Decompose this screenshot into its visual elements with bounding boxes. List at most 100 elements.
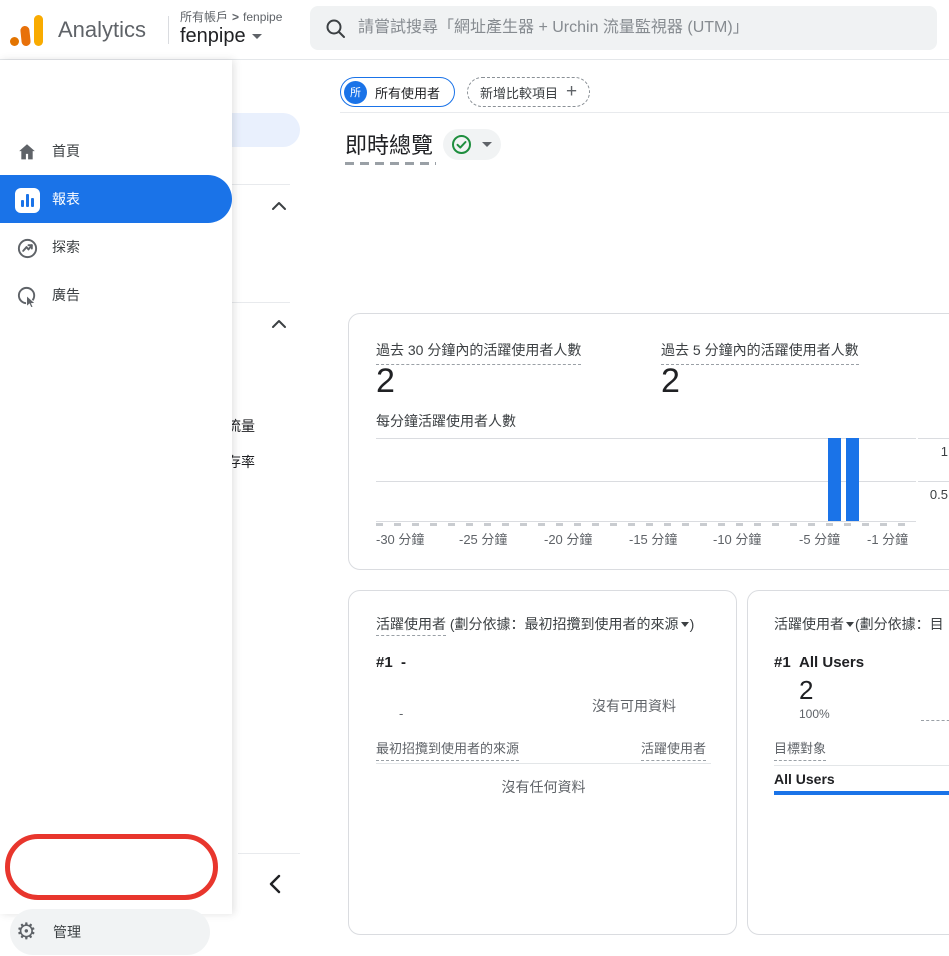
breadcrumb: 所有帳戶 > fenpipe bbox=[180, 8, 282, 25]
brand-name: Analytics bbox=[58, 0, 146, 60]
ads-icon bbox=[14, 283, 40, 309]
x-axis-tick-label: -5 分鐘 bbox=[799, 529, 840, 548]
users-last-5min-label[interactable]: 過去 5 分鐘內的活躍使用者人數 bbox=[661, 340, 859, 365]
search-icon bbox=[325, 18, 346, 39]
app-header: Analytics 所有帳戶>fenpipe fenpipe bbox=[0, 0, 949, 60]
audience-chip-label: 所有使用者 bbox=[375, 83, 440, 102]
y-axis-label-0-5: 0.5 bbox=[888, 487, 948, 502]
metric-column-header[interactable]: 活躍使用者 bbox=[641, 738, 706, 761]
section-collapse-up-icon[interactable] bbox=[271, 198, 287, 216]
users-by-audience-card: 活躍使用者 (劃分依據：目 #1 All Users 2 100% 目標對象 Al… bbox=[747, 590, 949, 935]
chart-baseline bbox=[376, 521, 916, 522]
chevron-down-icon bbox=[482, 142, 492, 147]
collapse-nav-icon[interactable] bbox=[268, 874, 282, 899]
bar-row-label: - bbox=[399, 706, 403, 721]
card-title: 活躍使用者 (劃分依據：最初招攬到使用者的來源) bbox=[376, 614, 694, 634]
metric-selector[interactable]: 活躍使用者 bbox=[376, 616, 446, 636]
page-title-dashed-underline bbox=[345, 162, 436, 165]
y-axis-label-1: 1 bbox=[888, 444, 948, 459]
nav-bottom-divider bbox=[238, 853, 300, 854]
breakdown-qualifier[interactable]: (劃分依據：目 bbox=[855, 616, 944, 632]
explore-icon bbox=[14, 235, 40, 261]
breadcrumb-account[interactable]: 所有帳戶 bbox=[180, 10, 228, 24]
audience-bar bbox=[774, 791, 949, 795]
header-divider bbox=[168, 16, 169, 44]
selected-report-pill-fragment[interactable] bbox=[230, 113, 300, 147]
add-comparison-label: 新增比較項目 bbox=[480, 83, 558, 102]
sidebar-item-advertising[interactable]: 廣告 bbox=[0, 271, 232, 319]
property-name: fenpipe bbox=[180, 25, 246, 47]
breadcrumb-property[interactable]: fenpipe bbox=[243, 10, 282, 24]
users-by-source-card: 活躍使用者 (劃分依據：最初招攬到使用者的來源) #1 - - 沒有可用資料 最… bbox=[348, 590, 737, 935]
sidebar-item-label: 首頁 bbox=[52, 127, 80, 175]
nav-section-divider bbox=[232, 184, 290, 185]
home-icon bbox=[14, 139, 40, 165]
nav-section-divider bbox=[232, 302, 290, 303]
no-data-message: 沒有任何資料 bbox=[376, 777, 711, 797]
audience-row-name: All Users bbox=[774, 771, 835, 787]
chart-bar bbox=[846, 438, 859, 521]
audience-chip-badge: 所 bbox=[344, 81, 367, 104]
x-axis-labels: -30 分鐘-25 分鐘-20 分鐘-15 分鐘-10 分鐘-5 分鐘-1 分鐘 bbox=[376, 529, 936, 545]
property-selector[interactable]: fenpipe bbox=[180, 25, 262, 48]
audience-filter-chip[interactable]: 所 所有使用者 bbox=[340, 77, 455, 107]
users-per-minute-label: 每分鐘活躍使用者人數 bbox=[376, 411, 516, 431]
search-bar[interactable] bbox=[310, 6, 937, 50]
sidebar-item-admin[interactable]: ⚙ 管理 bbox=[0, 908, 232, 956]
table-divider bbox=[376, 763, 711, 764]
rank-name: All Users bbox=[799, 654, 864, 671]
cut-dashed-underline-fragment bbox=[921, 720, 949, 721]
sidebar-item-label: 報表 bbox=[52, 175, 80, 223]
sidebar-item-home[interactable]: 首頁 bbox=[0, 127, 232, 175]
main-nav-sidebar: 首頁 報表 探索 廣告 ⚙ 管理 bbox=[0, 60, 232, 914]
rank-number: #1 bbox=[376, 654, 393, 671]
top-rank-row: #1 - bbox=[376, 654, 406, 671]
x-axis-tick-label: -20 分鐘 bbox=[544, 529, 592, 548]
audience-percentage: 100% bbox=[799, 707, 830, 721]
breakdown-qualifier[interactable]: (劃分依據：最初招攬到使用者的來源 bbox=[446, 616, 679, 632]
x-axis-tick-label: -15 分鐘 bbox=[629, 529, 677, 548]
sidebar-item-label: 管理 bbox=[53, 908, 81, 956]
top-rank-row: #1 All Users bbox=[774, 654, 864, 671]
plus-icon: + bbox=[566, 81, 577, 103]
qualifier-close: ) bbox=[690, 616, 695, 632]
audience-user-count: 2 bbox=[799, 675, 813, 706]
dimension-column-header[interactable]: 目標對象 bbox=[774, 738, 826, 761]
users-per-minute-chart bbox=[376, 438, 916, 521]
card-title: 活躍使用者 (劃分依據：目 bbox=[774, 614, 944, 634]
section-collapse-up-icon[interactable] bbox=[271, 316, 287, 334]
rank-number: #1 bbox=[774, 654, 791, 671]
check-circle-icon bbox=[451, 134, 472, 155]
sidebar-item-explore[interactable]: 探索 bbox=[0, 223, 232, 271]
x-axis-tick-label: -25 分鐘 bbox=[459, 529, 507, 548]
ylabel-gridline-segment bbox=[918, 438, 949, 439]
chevron-down-icon bbox=[252, 34, 262, 39]
users-last-5min-value: 2 bbox=[661, 363, 680, 399]
breadcrumb-separator: > bbox=[232, 10, 239, 24]
chart-minute-ticks bbox=[376, 523, 916, 526]
page-title: 即時總覽 bbox=[345, 128, 433, 160]
chevron-down-icon bbox=[846, 622, 854, 627]
x-axis-tick-label: -30 分鐘 bbox=[376, 529, 424, 548]
table-divider bbox=[774, 765, 949, 766]
no-data-available-message: 沒有可用資料 bbox=[529, 696, 739, 716]
analytics-logo-icon[interactable] bbox=[10, 13, 48, 47]
dimension-column-header[interactable]: 最初招攬到使用者的來源 bbox=[376, 738, 519, 761]
users-last-30min-label[interactable]: 過去 30 分鐘內的活躍使用者人數 bbox=[376, 340, 581, 365]
sidebar-item-label: 探索 bbox=[52, 223, 80, 271]
report-status-dropdown[interactable] bbox=[443, 129, 501, 160]
x-axis-tick-label: -1 分鐘 bbox=[867, 529, 908, 548]
search-input[interactable] bbox=[358, 6, 918, 50]
users-last-30min-value: 2 bbox=[376, 363, 395, 399]
reports-icon bbox=[14, 187, 40, 213]
metric-selector[interactable]: 活躍使用者 bbox=[774, 616, 844, 632]
add-comparison-chip[interactable]: 新增比較項目 + bbox=[467, 77, 590, 107]
ylabel-gridline-segment bbox=[918, 481, 949, 482]
chevron-down-icon bbox=[681, 622, 689, 627]
gear-icon: ⚙ bbox=[16, 918, 37, 946]
chart-bar bbox=[828, 438, 841, 521]
sidebar-item-reports[interactable]: 報表 bbox=[0, 175, 232, 223]
rank-value: - bbox=[401, 654, 406, 671]
sidebar-item-label: 廣告 bbox=[52, 271, 80, 319]
toolbar-divider bbox=[340, 112, 949, 113]
